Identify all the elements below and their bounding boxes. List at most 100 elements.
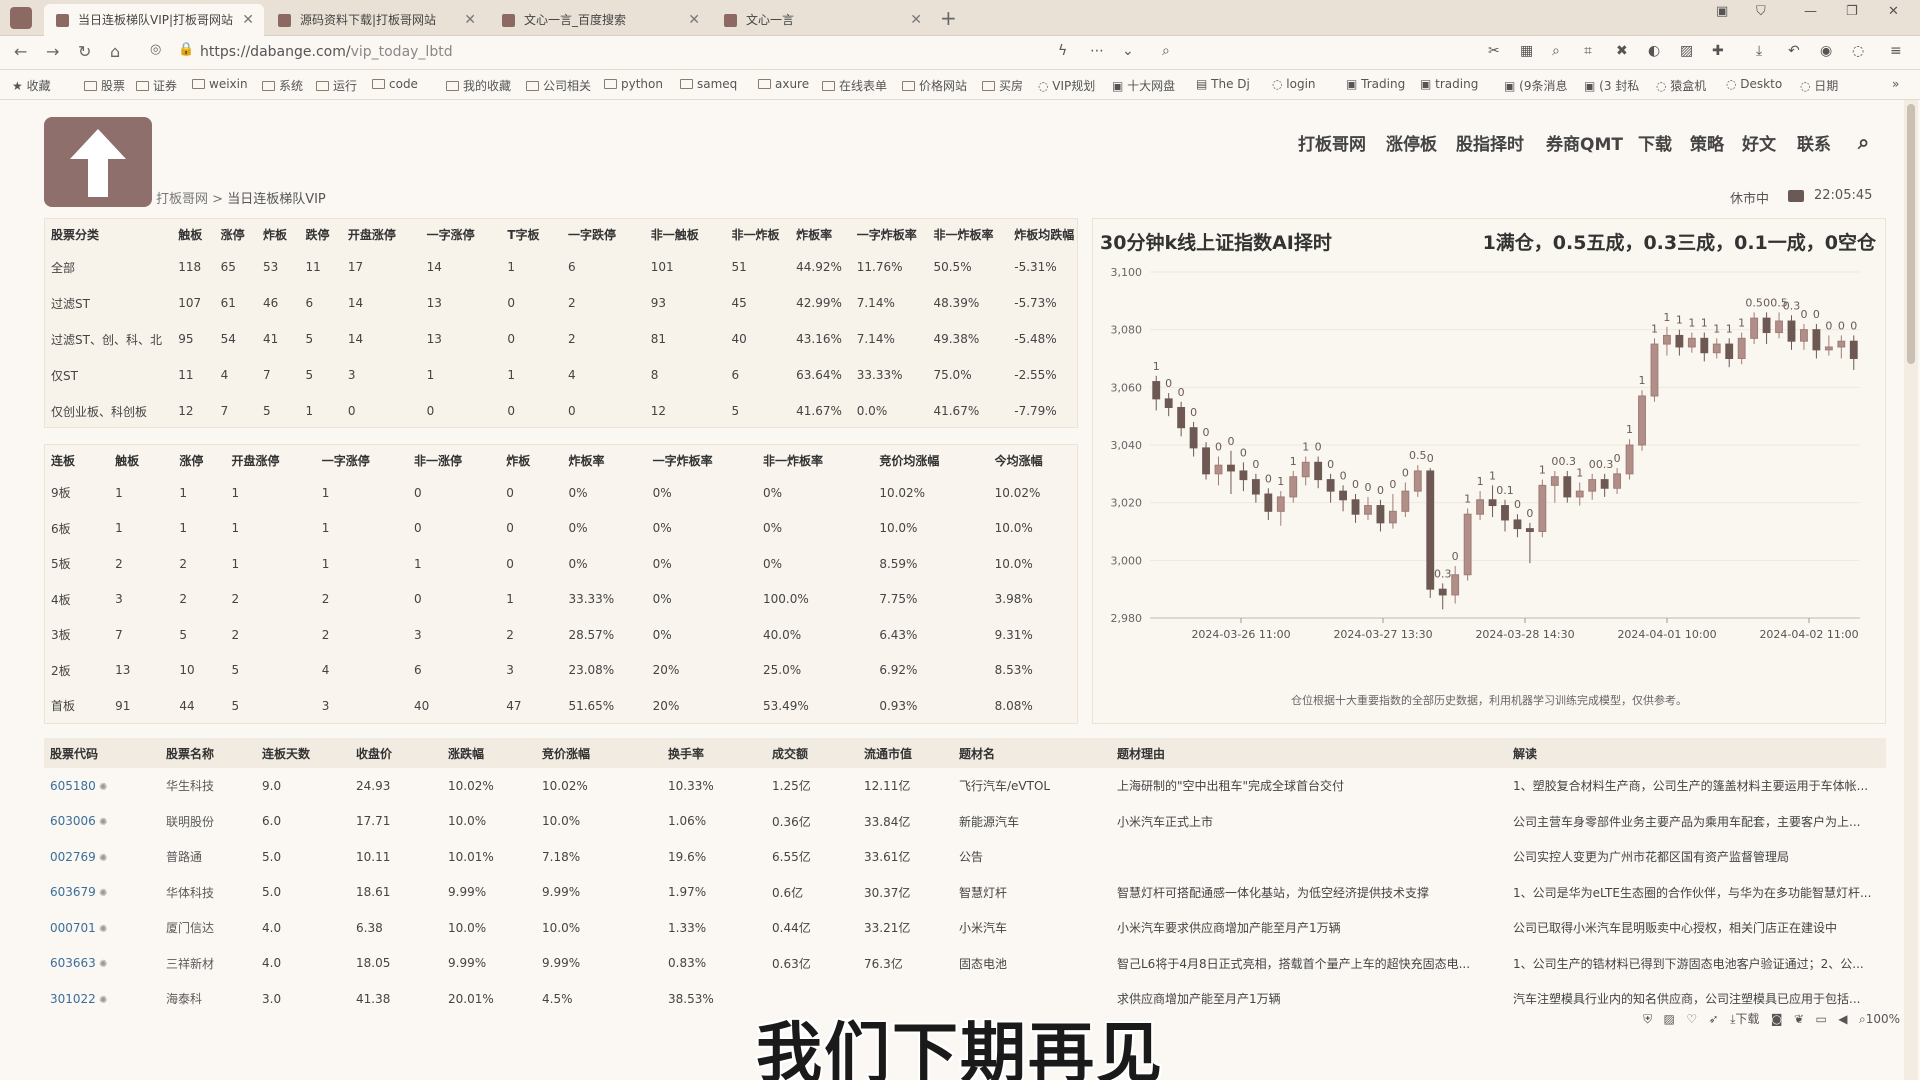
- url-field[interactable]: https://dabange.com/vip_today_lbtd: [200, 44, 453, 60]
- bookmark-folder[interactable]: weixin: [192, 77, 248, 91]
- tab-counter-icon[interactable]: ▣: [1716, 4, 1728, 19]
- lightning-icon[interactable]: ϟ: [1058, 43, 1067, 59]
- nav-link-articles[interactable]: 好文: [1742, 130, 1776, 155]
- stock-name-link[interactable]: 联明股份: [160, 804, 256, 840]
- column-header[interactable]: 股票代码: [44, 738, 160, 768]
- column-header[interactable]: 一字炸板率: [851, 219, 928, 249]
- close-window-icon[interactable]: ✕: [1888, 4, 1899, 19]
- column-header[interactable]: 开盘涨停: [342, 219, 421, 249]
- column-header[interactable]: 触板: [109, 445, 173, 475]
- column-header[interactable]: 竞价涨幅: [536, 738, 662, 768]
- tab-baidu-search[interactable]: 文心一言_百度搜索 ✕: [490, 4, 710, 36]
- column-header[interactable]: 炸板均跌幅: [1008, 219, 1079, 249]
- minimize-icon[interactable]: —: [1804, 4, 1817, 19]
- shield-icon[interactable]: ⛨: [1643, 1012, 1652, 1026]
- column-header[interactable]: 非一炸板率: [927, 219, 1008, 249]
- bookmark-folder[interactable]: axure: [758, 77, 809, 91]
- column-header[interactable]: 股票分类: [45, 219, 172, 249]
- menu-icon[interactable]: ≡: [1890, 43, 1902, 59]
- new-tab-icon[interactable]: +: [940, 6, 957, 30]
- column-header[interactable]: 一字涨停: [316, 445, 408, 475]
- nav-link-limit-up[interactable]: 涨停板: [1386, 130, 1437, 155]
- bookmark-link[interactable]: ◌ login: [1272, 77, 1316, 91]
- column-header[interactable]: 一字涨停: [421, 219, 502, 249]
- column-header[interactable]: T字板: [501, 219, 562, 249]
- bookmark-link[interactable]: ▤ The Dj: [1196, 77, 1250, 91]
- sync-icon[interactable]: ◌: [1852, 43, 1864, 59]
- stock-code-link[interactable]: 605180 ✺: [44, 768, 160, 804]
- info-icon[interactable]: ✺: [96, 853, 107, 864]
- tab-wenxin[interactable]: 文心一言 ✕: [712, 4, 932, 36]
- chevron-down-icon[interactable]: ⌄: [1122, 43, 1134, 59]
- bookmark-folder[interactable]: 买房: [982, 77, 1023, 94]
- stock-code[interactable]: 603663: [50, 956, 96, 970]
- back-icon[interactable]: ←: [14, 42, 27, 61]
- column-header[interactable]: 炸板率: [790, 219, 851, 249]
- grid-icon[interactable]: ▦: [1520, 43, 1533, 59]
- undo-icon[interactable]: ↶: [1788, 43, 1800, 59]
- column-header[interactable]: 题材理由: [1111, 738, 1507, 768]
- info-icon[interactable]: ✺: [96, 924, 107, 935]
- nav-link-index-timing[interactable]: 股指择时: [1456, 130, 1524, 155]
- bookmark-folder[interactable]: 证券: [136, 77, 177, 94]
- forward-icon[interactable]: →: [46, 42, 59, 61]
- bookmark-folder[interactable]: 在线表单: [822, 77, 887, 94]
- bookmark-folder[interactable]: 运行: [316, 77, 357, 94]
- close-icon[interactable]: ✕: [464, 4, 476, 36]
- site-logo[interactable]: [44, 117, 152, 207]
- stock-code[interactable]: 603006: [50, 814, 96, 828]
- browser-logo-icon[interactable]: [10, 7, 32, 29]
- nav-link-download[interactable]: 下载: [1638, 130, 1672, 155]
- column-header[interactable]: 题材名: [953, 738, 1111, 768]
- close-icon[interactable]: ✕: [910, 4, 922, 36]
- column-header[interactable]: 换手率: [662, 738, 766, 768]
- column-header[interactable]: 炸板: [500, 445, 562, 475]
- column-header[interactable]: 触板: [172, 219, 214, 249]
- stock-name-link[interactable]: 普路通: [160, 839, 256, 875]
- stock-name-link[interactable]: 厦门信达: [160, 910, 256, 946]
- breadcrumb-home[interactable]: 打板哥网: [156, 192, 208, 207]
- column-header[interactable]: 连板: [45, 445, 109, 475]
- bookmark-folder[interactable]: 我的收藏: [446, 77, 511, 94]
- game-icon[interactable]: ◙: [1771, 1012, 1783, 1026]
- nav-link-contact[interactable]: 联系: [1797, 130, 1831, 155]
- column-header[interactable]: 一字跌停: [562, 219, 645, 249]
- profile-icon[interactable]: ◉: [1820, 43, 1832, 59]
- column-header[interactable]: 成交额: [766, 738, 858, 768]
- restore-icon[interactable]: ❐: [1846, 4, 1858, 19]
- column-header[interactable]: 炸板率: [562, 445, 646, 475]
- bookmark-folder[interactable]: 价格网站: [902, 77, 967, 94]
- bookmark-folder[interactable]: python: [604, 77, 663, 91]
- column-header[interactable]: 连板天数: [256, 738, 350, 768]
- column-header[interactable]: 一字炸板率: [647, 445, 757, 475]
- info-icon[interactable]: ✺: [96, 817, 107, 828]
- zoom-level[interactable]: 100%: [1866, 1012, 1900, 1026]
- tab-dabange-vip[interactable]: 当日连板梯队VIP|打板哥网站 ✕: [44, 4, 264, 36]
- column-header[interactable]: 收盘价: [350, 738, 442, 768]
- column-header[interactable]: 非一触板: [645, 219, 726, 249]
- tab-source-download[interactable]: 源码资料下载|打板哥网站 ✕: [266, 4, 486, 36]
- bookmark-link[interactable]: ◌ VIP规划: [1038, 77, 1095, 94]
- reload-icon[interactable]: ↻: [78, 42, 91, 61]
- bookmarks-overflow-icon[interactable]: »: [1892, 77, 1899, 91]
- stock-name-link[interactable]: 三祥新材: [160, 946, 256, 982]
- zoom-icon[interactable]: ⌕: [1859, 1012, 1866, 1026]
- column-header[interactable]: 非一炸板: [726, 219, 791, 249]
- stock-code-link[interactable]: 002769 ✺: [44, 839, 160, 875]
- stock-name-link[interactable]: 华生科技: [160, 768, 256, 804]
- search-icon[interactable]: ⌕: [1162, 43, 1170, 59]
- speaker-icon[interactable]: ◀: [1838, 1012, 1847, 1026]
- bookmark-link[interactable]: ▣ trading: [1420, 77, 1478, 91]
- bookmark-link[interactable]: ◌ 日期: [1800, 77, 1838, 94]
- column-header[interactable]: 涨停: [173, 445, 225, 475]
- bookmark-link[interactable]: ◌ 猿盒机: [1656, 77, 1706, 94]
- bookmark-link[interactable]: ▣ 十大网盘: [1112, 77, 1175, 94]
- bookmark-star-icon[interactable]: ★ 收藏: [12, 77, 51, 94]
- window-icon[interactable]: ▭: [1815, 1012, 1826, 1026]
- column-header[interactable]: 竞价均涨幅: [873, 445, 988, 475]
- x-ext-icon[interactable]: ✖: [1616, 43, 1628, 59]
- bookmark-link[interactable]: ▣ (9条消息: [1504, 77, 1567, 94]
- bookmark-link[interactable]: ▣ (3 封私: [1584, 77, 1639, 94]
- bookmark-link[interactable]: ◌ Deskto: [1726, 77, 1782, 91]
- bookmark-folder[interactable]: 股票: [84, 77, 125, 94]
